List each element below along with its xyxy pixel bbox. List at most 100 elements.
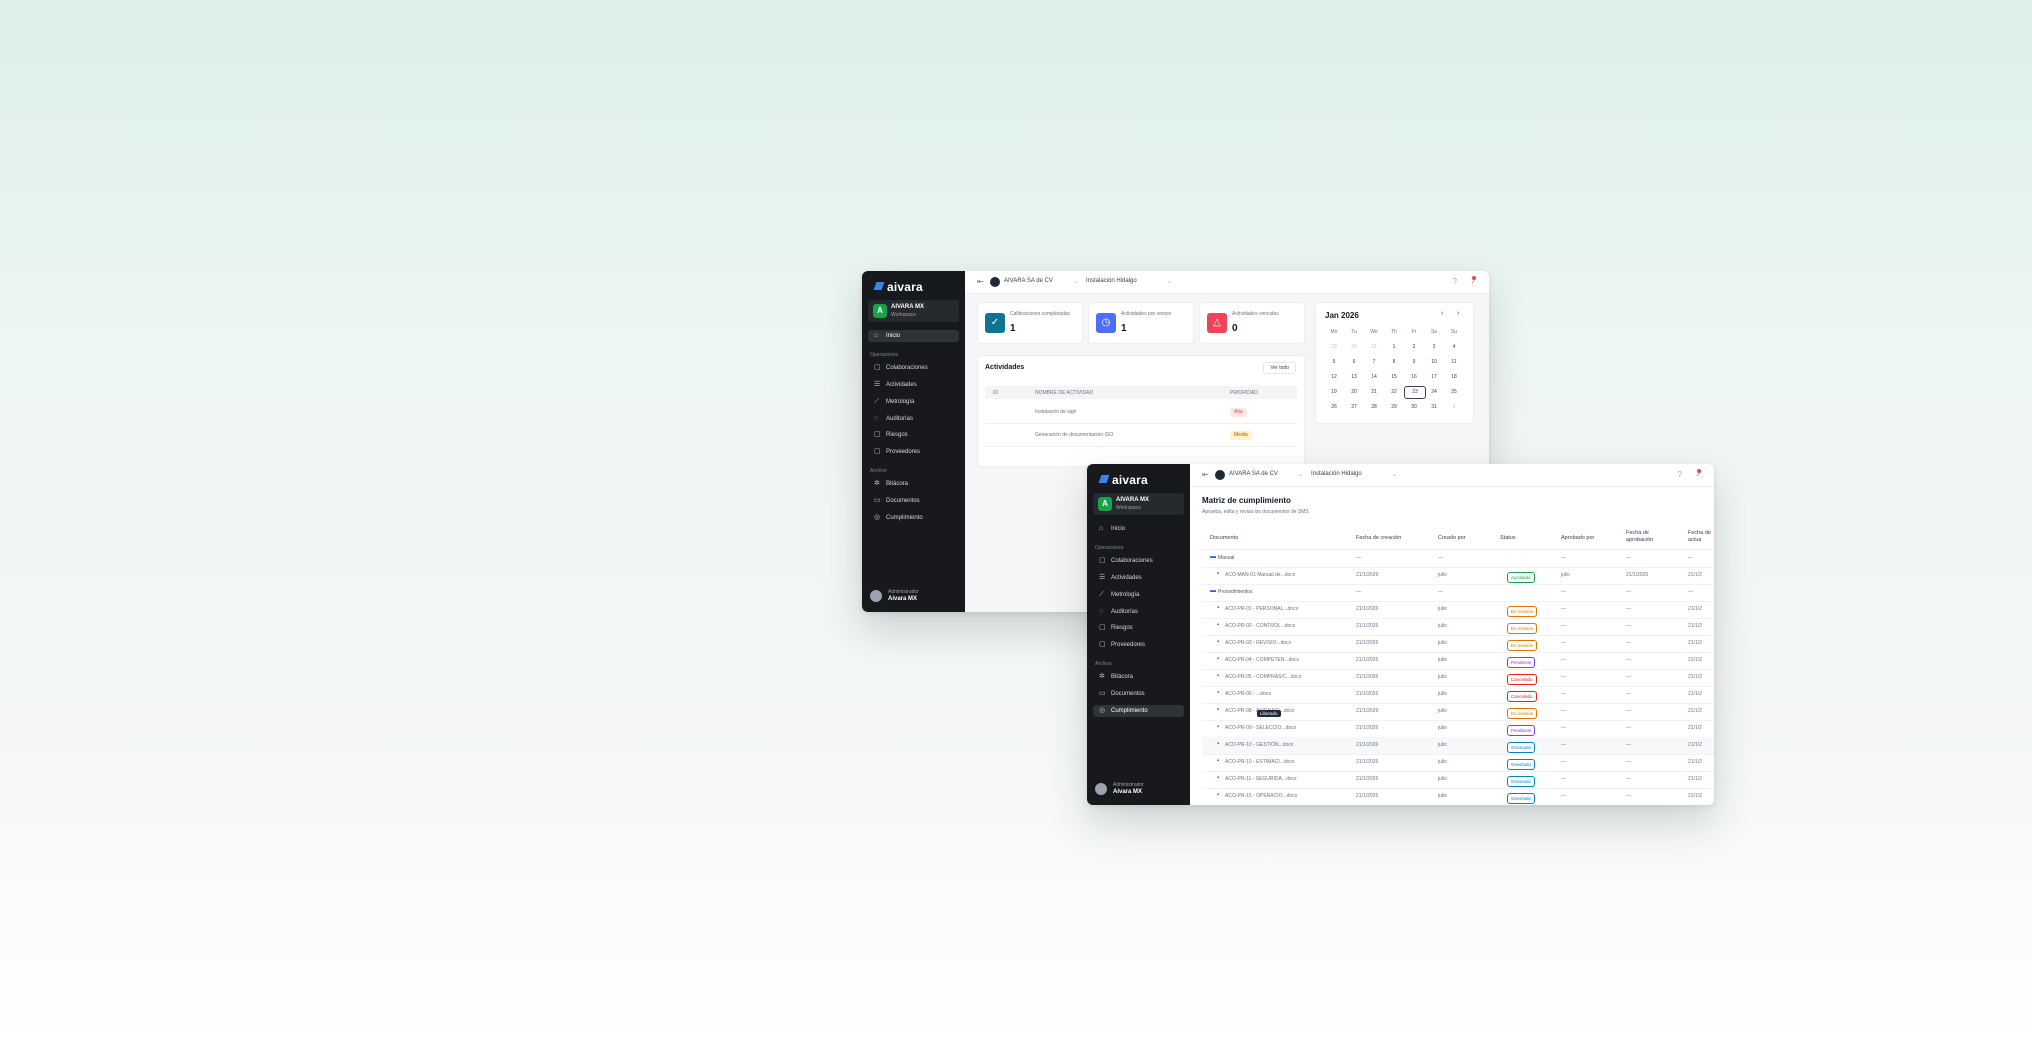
stat-card-vencidas[interactable]: △ Actividades vencidas 0 (1199, 302, 1305, 344)
table-row[interactable]: ▪ ACO-PR-09 - SELECCIO...docx 21/1/2026 jul… (1202, 720, 1714, 738)
table-row[interactable]: ▪ ACO-PR-01 - PERSONAL...docx 21/1/2026 jul… (1202, 601, 1714, 619)
calendar-day[interactable]: 20 (1344, 389, 1364, 395)
calendar-day[interactable]: 29 (1384, 404, 1404, 410)
calendar-day[interactable]: 14 (1364, 374, 1384, 380)
calendar-day[interactable]: 21 (1364, 389, 1384, 395)
calendar-day[interactable]: 4 (1444, 344, 1464, 350)
sidebar-item-bitacora[interactable]: ✲ Bitácora (868, 478, 959, 490)
calendar-day[interactable]: 10 (1424, 359, 1444, 365)
calendar-day[interactable]: 27 (1344, 404, 1364, 410)
calendar-day[interactable]: 17 (1424, 374, 1444, 380)
chevron-down-icon[interactable]: ⌄ (1073, 278, 1078, 285)
calendar-day[interactable]: 12 (1324, 374, 1344, 380)
sidebar-item-metrologia[interactable]: ⟋ Metrología (1093, 589, 1184, 601)
calendar-day[interactable]: 8 (1384, 359, 1404, 365)
sidebar-item-colaboraciones[interactable]: ▢ Colaboraciones (1093, 555, 1184, 567)
sidebar-item-actividades[interactable]: ☰ Actividades (868, 379, 959, 391)
status-badge: Pendiente (1507, 725, 1536, 736)
sidebar-item-bitacora[interactable]: ✲ Bitácora (1093, 671, 1184, 683)
sidebar-item-inicio[interactable]: ⌂ Inicio (868, 330, 959, 342)
calendar-day[interactable]: 16 (1404, 374, 1424, 380)
calendar-day[interactable]: 13 (1344, 374, 1364, 380)
table-row[interactable]: Instalación de sign Alta (985, 401, 1297, 424)
calendar-day[interactable]: 30 (1344, 344, 1364, 350)
calendar-day[interactable]: 6 (1344, 359, 1364, 365)
table-row[interactable]: ▪ ACO-PR-03 - REVISIO...docx 21/1/2026 juli… (1202, 635, 1714, 653)
table-row[interactable]: ▪ ACO-PR-04 - COMPETEN...docx 21/1/2026 jul… (1202, 652, 1714, 670)
chevron-down-icon[interactable]: ⌄ (1298, 471, 1303, 478)
table-row[interactable]: ▪ ACO-PR-10 - ESTIMACI...docx 21/1/2026 jul… (1202, 754, 1714, 772)
calendar-day[interactable]: 25 (1444, 389, 1464, 395)
plant-selector[interactable]: Instalación Hidalgo (1311, 471, 1362, 477)
sidebar-item-auditorias[interactable]: ◌ Auditorías (868, 413, 959, 425)
user-menu[interactable]: Administrador Aivara MX (1095, 781, 1185, 797)
sidebar-item-proveedores[interactable]: ▢ Proveedores (1093, 639, 1184, 651)
plant-selector[interactable]: Instalación Hidalgo (1086, 278, 1137, 284)
calendar-day[interactable]: 1 (1444, 404, 1464, 410)
calendar-day[interactable]: 31 (1424, 404, 1444, 410)
sidebar-item-actividades[interactable]: ☰ Actividades (1093, 572, 1184, 584)
table-row[interactable]: ▪ ACO-PR-11 - SEGURIDA...docx 21/1/2026 jul… (1202, 771, 1714, 789)
cell-c6: 21/1/2 (1688, 623, 1702, 629)
sidebar-toggle-icon[interactable]: ⇤ (977, 277, 984, 286)
sidebar-toggle-icon[interactable]: ⇤ (1202, 470, 1209, 479)
sidebar-item-cumplimiento[interactable]: ◎ Cumplimiento (1093, 705, 1184, 717)
table-row[interactable]: ▪ ACO-PR-05 - COMPRAS/C...docx 21/1/2026 ju… (1202, 669, 1714, 687)
sidebar-item-documentos[interactable]: ▭ Documentos (1093, 688, 1184, 700)
file-icon: ▪ (1217, 792, 1220, 798)
calendar-day[interactable]: 22 (1384, 389, 1404, 395)
table-row[interactable]: ▪ ACO-PR-06 - ...docx 21/1/2026 julio — — 21/1… (1202, 686, 1714, 704)
user-menu[interactable]: Administrador Aivara MX (870, 588, 960, 604)
chevron-down-icon[interactable]: ⌄ (1167, 278, 1172, 285)
view-all-button[interactable]: Ver todo (1263, 362, 1296, 374)
app-logo[interactable]: aivara (1098, 473, 1148, 487)
cell-c2: julio (1438, 657, 1447, 663)
calendar-day[interactable]: 3 (1424, 344, 1444, 350)
app-logo[interactable]: aivara (873, 280, 923, 294)
chevron-left-icon[interactable]: ‹ (1441, 310, 1443, 317)
company-selector[interactable]: AIVARA SA de CV (1004, 278, 1053, 284)
folder-row[interactable]: ▬ Manual — — — — — (1202, 550, 1714, 568)
help-icon[interactable]: ? (1678, 470, 1682, 479)
company-selector[interactable]: AIVARA SA de CV (1229, 471, 1278, 477)
table-row[interactable]: ▪ ACO-PR-02 - CONTROL...docx 21/1/2026 juli… (1202, 618, 1714, 636)
sidebar-item-colaboraciones[interactable]: ▢ Colaboraciones (868, 362, 959, 374)
sidebar-item-riesgos[interactable]: ▢ Riesgos (1093, 622, 1184, 634)
calendar-day[interactable]: 31 (1364, 344, 1384, 350)
sidebar-item-documentos[interactable]: ▭ Documentos (868, 495, 959, 507)
table-row[interactable]: ▪ ACO-MAN-01 Manual de...docx 21/1/2026 jul… (1202, 567, 1714, 585)
sidebar-item-proveedores[interactable]: ▢ Proveedores (868, 446, 959, 458)
calendar-day[interactable]: 24 (1424, 389, 1444, 395)
stat-card-calibraciones[interactable]: ✓ Calibraciones completadas 1 (977, 302, 1083, 344)
calendar-day[interactable]: 5 (1324, 359, 1344, 365)
calendar-day[interactable]: 7 (1364, 359, 1384, 365)
calendar-day[interactable]: 19 (1324, 389, 1344, 395)
help-icon[interactable]: ? (1453, 277, 1457, 286)
sidebar-item-riesgos[interactable]: ▢ Riesgos (868, 429, 959, 441)
sidebar-item-inicio[interactable]: ⌂ Inicio (1093, 523, 1184, 535)
calendar-day[interactable]: 30 (1404, 404, 1424, 410)
calendar-day[interactable]: 2 (1404, 344, 1424, 350)
calendar-day[interactable]: 29 (1324, 344, 1344, 350)
table-row[interactable]: Generación de documentación ISO Media (985, 424, 1297, 447)
sidebar-item-cumplimiento[interactable]: ◎ Cumplimiento (868, 512, 959, 524)
table-row[interactable]: ▪ ACO-PR-10 - GESTIÓN...docx 21/1/2026 juli… (1202, 737, 1714, 755)
sidebar-item-auditorias[interactable]: ◌ Auditorías (1093, 606, 1184, 618)
calendar-day[interactable]: 11 (1444, 359, 1464, 365)
calendar-day[interactable]: 1 (1384, 344, 1404, 350)
chevron-down-icon[interactable]: ⌄ (1392, 471, 1397, 478)
cell-c2: julio (1438, 572, 1447, 578)
stat-card-por-vencer[interactable]: ◷ Actividades por vencer 1 (1088, 302, 1194, 344)
calendar-day[interactable]: 18 (1444, 374, 1464, 380)
calendar-day[interactable]: 9 (1404, 359, 1424, 365)
calendar-day[interactable]: 28 (1364, 404, 1384, 410)
folder-row[interactable]: ▬ Procedimientos — — — — — (1202, 584, 1714, 602)
org-switcher[interactable]: A AIVARA MX Workspace (868, 300, 959, 322)
chevron-right-icon[interactable]: › (1457, 310, 1459, 317)
calendar-day[interactable]: 23 (1404, 386, 1426, 399)
calendar-day[interactable]: 15 (1384, 374, 1404, 380)
calendar-day[interactable]: 26 (1324, 404, 1344, 410)
table-row[interactable]: ▪ ACO-PR-15 - OPERACIO...docx 21/1/2026 jul… (1202, 788, 1714, 805)
sidebar-item-metrologia[interactable]: ⟋ Metrología (868, 396, 959, 408)
org-switcher[interactable]: A AIVARA MX Workspace (1093, 493, 1184, 515)
